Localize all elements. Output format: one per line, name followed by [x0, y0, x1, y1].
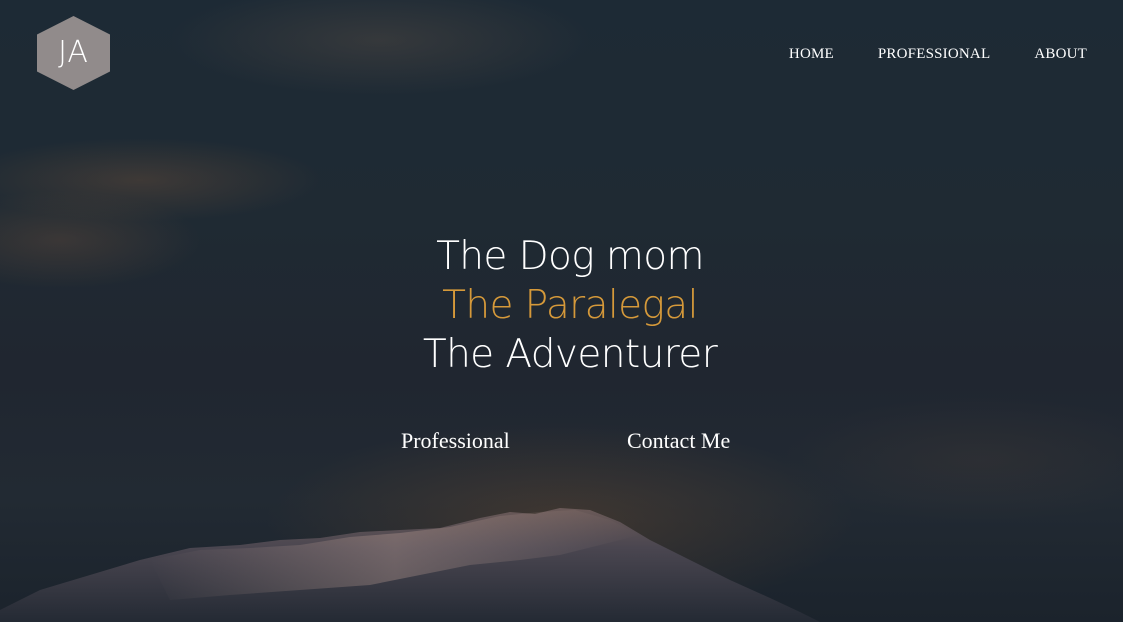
headline-line-paralegal: The Paralegal — [442, 283, 698, 328]
headline-line-dog-mom: The Dog mom — [436, 234, 704, 279]
nav-home-link[interactable]: HOME — [789, 46, 834, 63]
main-nav: HOME PROFESSIONAL ABOUT — [789, 46, 1087, 63]
nav-about-link[interactable]: ABOUT — [1034, 46, 1087, 63]
contact-me-button[interactable]: Contact Me — [627, 428, 730, 454]
hero-headline: The Dog mom The Paralegal The Adventurer — [0, 232, 1123, 379]
logo-initials: JA — [58, 35, 89, 70]
logo[interactable]: JA — [37, 16, 110, 90]
professional-button[interactable]: Professional — [401, 428, 510, 454]
nav-professional-link[interactable]: PROFESSIONAL — [878, 46, 990, 63]
headline-line-adventurer: The Adventurer — [422, 332, 718, 377]
